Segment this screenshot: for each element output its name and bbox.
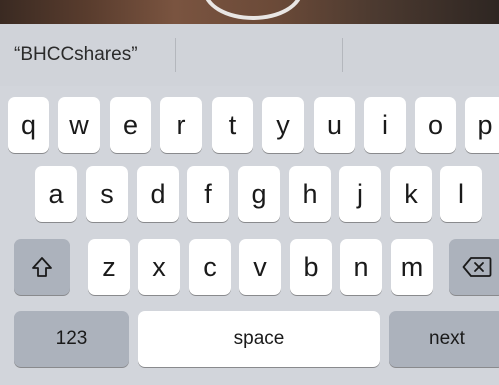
key-y[interactable]: y	[262, 97, 304, 153]
space-key[interactable]: space	[138, 311, 380, 367]
key-q[interactable]: q	[8, 97, 49, 153]
key-h[interactable]: h	[289, 166, 331, 222]
key-m[interactable]: m	[391, 239, 433, 295]
next-key[interactable]: next	[389, 311, 499, 367]
suggestion-2[interactable]	[176, 24, 342, 86]
key-k[interactable]: k	[390, 166, 432, 222]
key-v[interactable]: v	[239, 239, 281, 295]
key-a[interactable]: a	[35, 166, 77, 222]
key-t[interactable]: t	[212, 97, 253, 153]
key-b[interactable]: b	[290, 239, 332, 295]
key-g[interactable]: g	[238, 166, 280, 222]
key-n[interactable]: n	[340, 239, 382, 295]
keyboard-screen: “BHCCshares” q w e r t y u i o p a s d f…	[0, 0, 499, 385]
camera-preview	[0, 0, 499, 24]
predictive-text-bar: “BHCCshares”	[0, 24, 499, 86]
key-o[interactable]: o	[415, 97, 456, 153]
key-x[interactable]: x	[138, 239, 180, 295]
shutter-button[interactable]	[203, 0, 303, 20]
suggestion-divider	[342, 38, 343, 72]
key-l[interactable]: l	[440, 166, 482, 222]
delete-key[interactable]	[449, 239, 499, 295]
shift-arrow-icon	[31, 256, 53, 278]
key-f[interactable]: f	[187, 166, 229, 222]
shift-key[interactable]	[14, 239, 70, 295]
key-s[interactable]: s	[86, 166, 128, 222]
key-r[interactable]: r	[160, 97, 202, 153]
key-u[interactable]: u	[314, 97, 355, 153]
key-e[interactable]: e	[110, 97, 151, 153]
numbers-key[interactable]: 123	[14, 311, 129, 367]
key-d[interactable]: d	[137, 166, 179, 222]
key-p[interactable]: p	[465, 97, 499, 153]
key-j[interactable]: j	[339, 166, 381, 222]
suggestion-3[interactable]	[344, 24, 499, 86]
key-i[interactable]: i	[364, 97, 406, 153]
key-c[interactable]: c	[189, 239, 231, 295]
suggestion-1[interactable]: “BHCCshares”	[14, 24, 174, 86]
key-w[interactable]: w	[58, 97, 100, 153]
key-z[interactable]: z	[88, 239, 130, 295]
backspace-icon	[462, 256, 492, 278]
